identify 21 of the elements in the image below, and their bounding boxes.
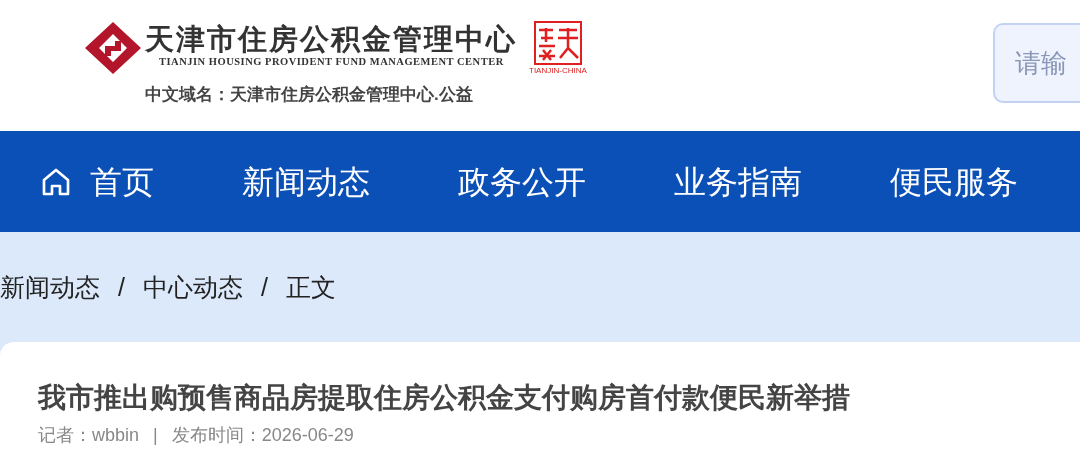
nav-item[interactable]: 政务公开: [458, 157, 586, 206]
nav-item[interactable]: 新闻动态: [242, 157, 370, 206]
meta-separator: |: [153, 424, 158, 447]
seal-caption: TIANJIN-CHINA: [529, 66, 587, 76]
nav-item[interactable]: 便民服务: [890, 157, 1018, 206]
seal-logo: [532, 20, 583, 66]
search-field[interactable]: 请输: [993, 23, 1080, 103]
breadcrumb-link[interactable]: 中心动态: [142, 269, 243, 307]
breadcrumb-link[interactable]: 新闻动态: [0, 269, 100, 307]
nav-item[interactable]: 业务指南: [674, 157, 802, 206]
article-title: 我市推出购预售商品房提取住房公积金支付购房首付款便民新举措: [38, 381, 851, 415]
breadcrumb-separator: /: [260, 272, 268, 304]
breadcrumb-link[interactable]: 正文: [285, 269, 336, 307]
nav-item[interactable]: 首页: [40, 157, 154, 206]
publish-date: 发布时间：2026-06-29: [171, 424, 354, 447]
domain-text: 中文域名：天津市住房公积金管理中心.公益: [145, 84, 474, 106]
center-english-name: TIANJIN HOUSING PROVIDENT FUND MANAGEMENT CENTER: [158, 56, 505, 68]
reporter-text: 记者：wbbin: [38, 424, 140, 447]
breadcrumb-separator: /: [118, 272, 125, 304]
center-name: 天津市住房公积金管理中心: [145, 22, 517, 56]
diamond-logo: [85, 22, 141, 74]
